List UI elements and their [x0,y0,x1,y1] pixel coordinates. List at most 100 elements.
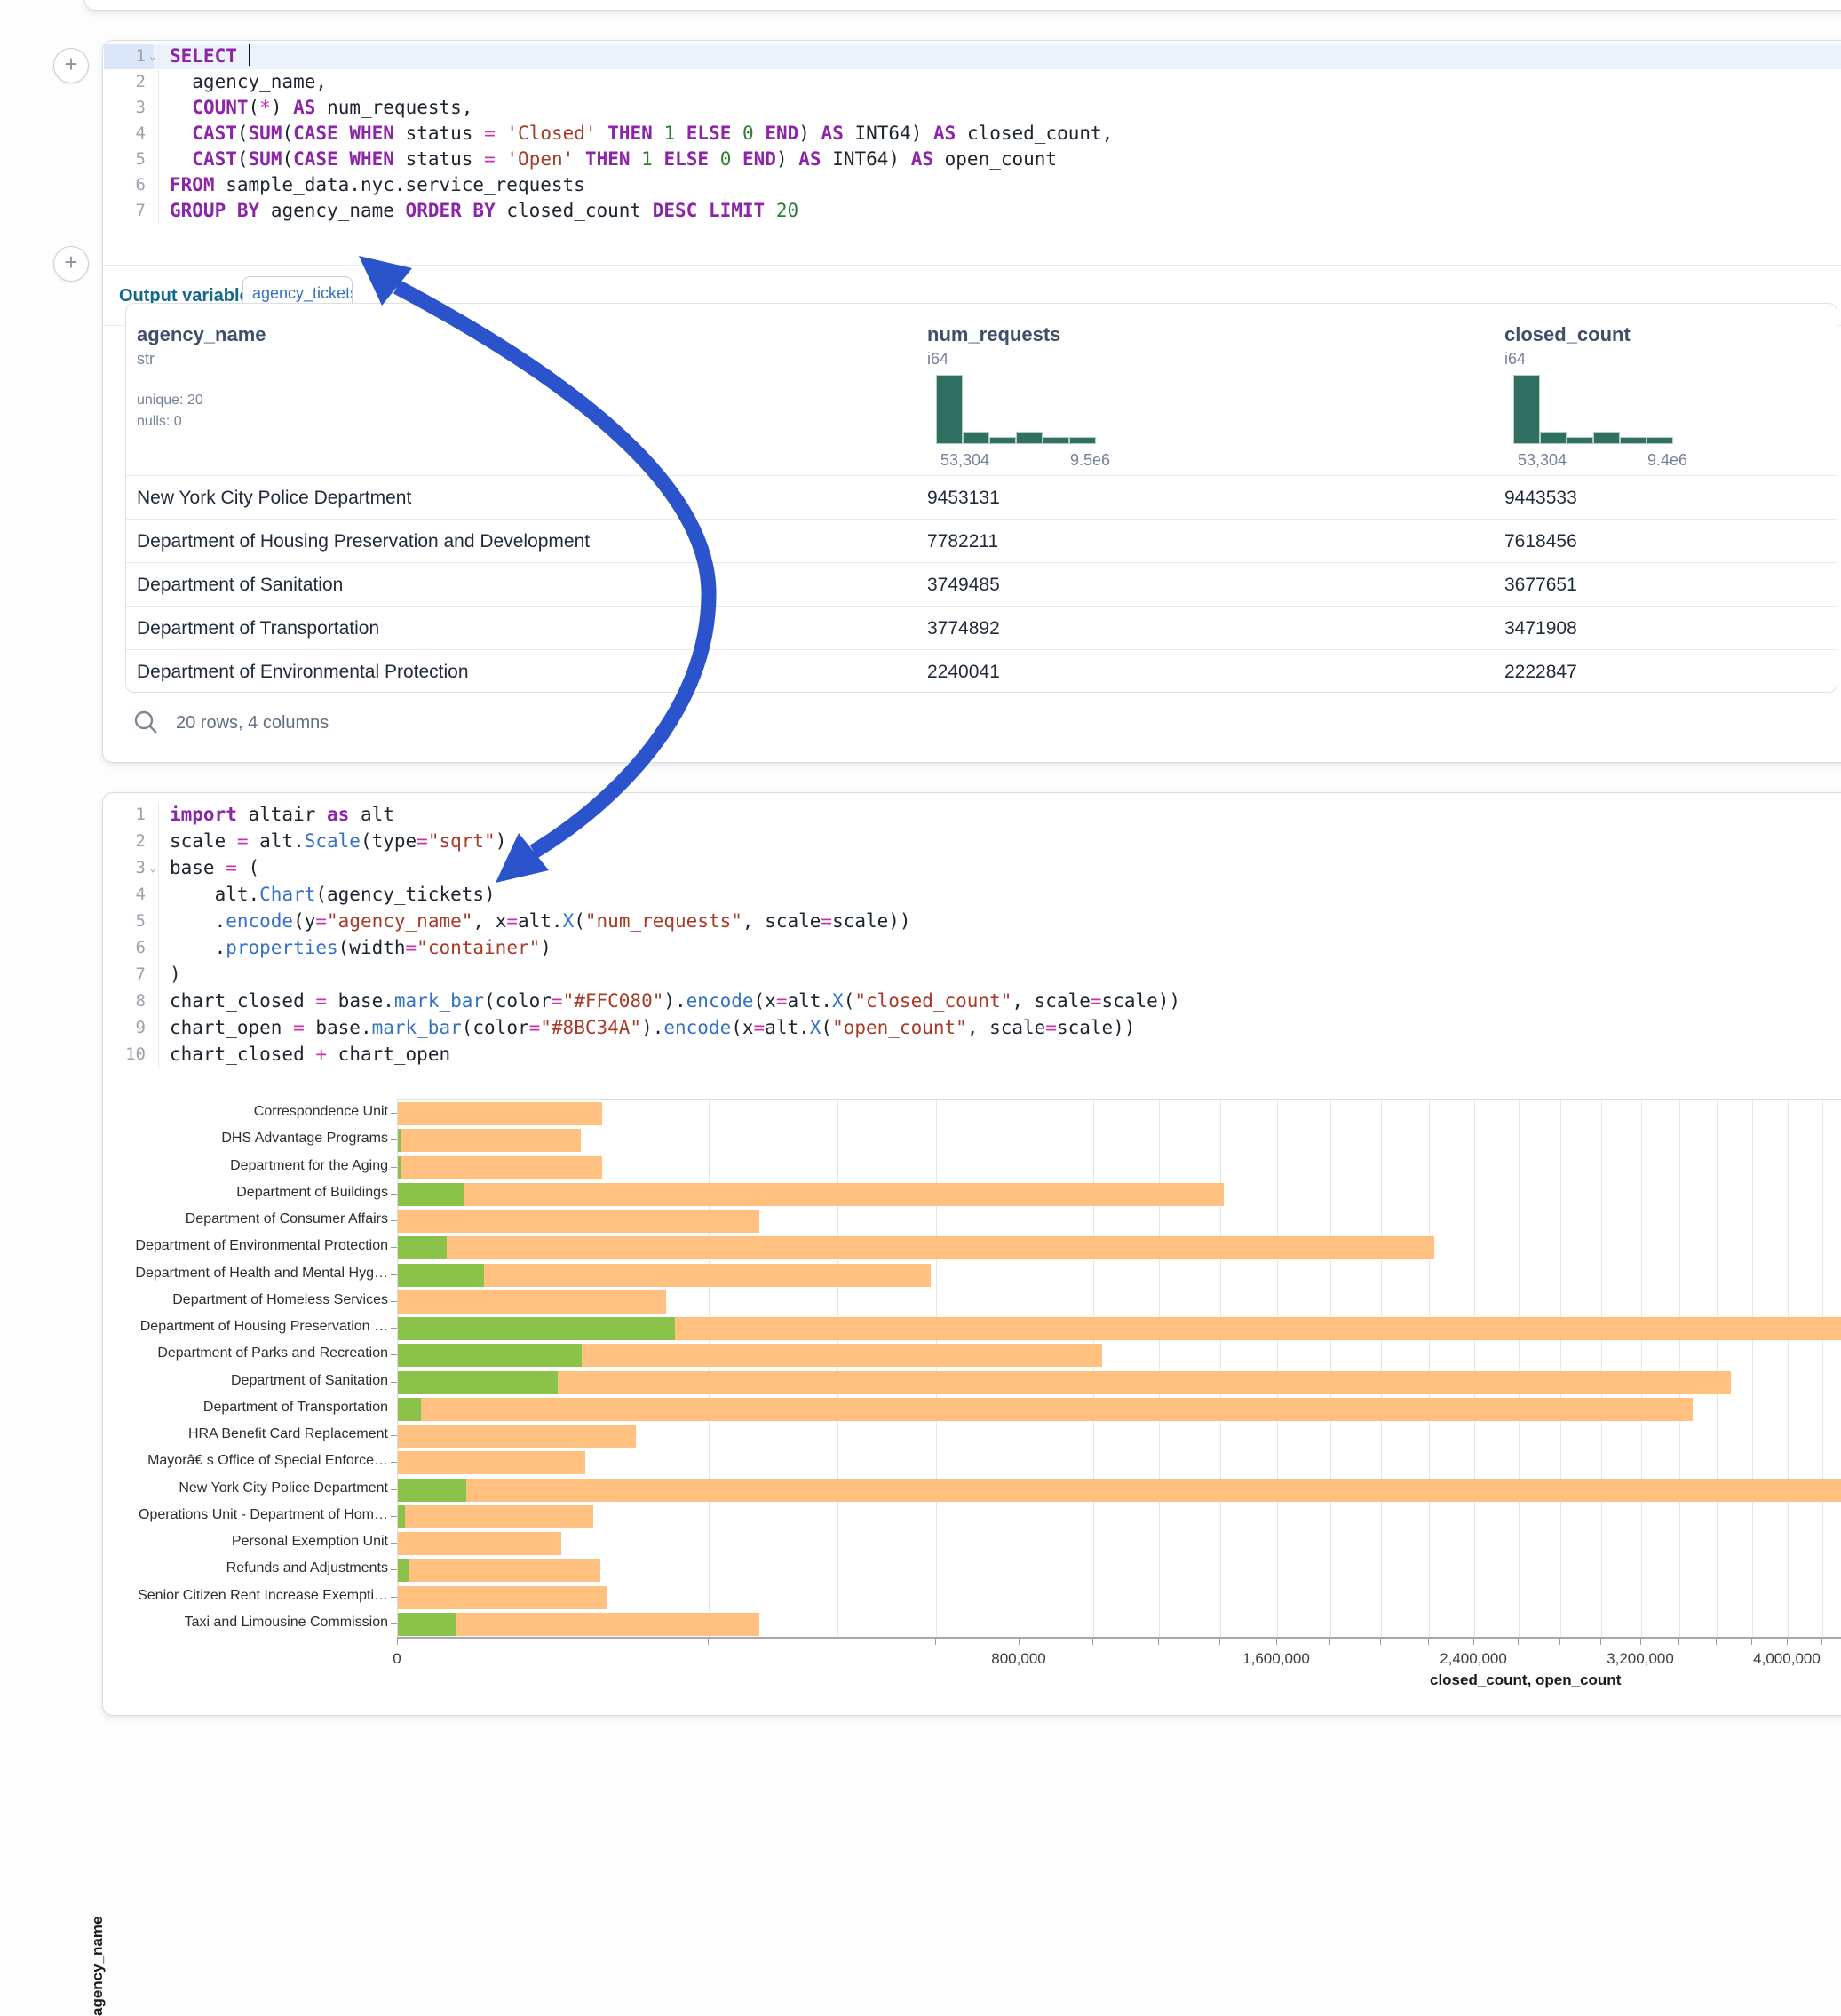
y-tick-label: Department of Transportation [86,1400,388,1416]
code-line[interactable]: 7) [103,962,1841,988]
fold-chevron-icon[interactable]: ⌄ [149,855,156,881]
add-cell-button-output[interactable]: + [53,246,89,282]
cell-num-requests: 2240041 [927,662,1000,683]
y-tick-label: Department of Housing Preservation … [86,1319,388,1335]
bar-group [398,1398,1841,1421]
code-line[interactable]: 5 CAST(SUM(CASE WHEN status = 'Open' THE… [103,147,1841,172]
bar-group [398,1559,1841,1582]
closed-count-bar [398,1183,1224,1206]
python-code-editor[interactable]: 1import altair as alt2scale = alt.Scale(… [103,802,1841,1073]
line-number: 7 [103,962,146,988]
code-line[interactable]: 6 .properties(width="container") [103,935,1841,961]
cell-agency-name: Department of Sanitation [137,575,343,596]
chart-plot-area [397,1099,1841,1638]
fold-chevron-icon[interactable]: ⌄ [149,44,156,69]
cell-agency-name: Department of Housing Preservation and D… [137,531,590,552]
y-tick-label: Taxi and Limousine Commission [86,1615,388,1631]
cell-divider [103,265,1841,266]
cell-closed-count: 2222847 [1504,662,1577,683]
y-tick-label: Department of Sanitation [86,1373,388,1389]
line-number: 5 [103,147,146,172]
y-axis-title: agency_name [89,1917,107,2016]
y-tick-label: New York City Police Department [86,1480,388,1496]
code-line[interactable]: 5 .encode(y="agency_name", x=alt.X("num_… [103,909,1841,934]
bar-group [398,1451,1841,1474]
column-header[interactable]: closed_count [1504,323,1631,346]
code-line[interactable]: 9chart_open = base.mark_bar(color="#8BC3… [103,1015,1841,1041]
line-number: 1 [103,802,146,828]
code-line[interactable]: 2 agency_name, [103,69,1841,95]
code-line[interactable]: 10chart_closed + chart_open [103,1042,1841,1068]
closed-count-bar [398,1451,585,1474]
line-number: 2 [103,69,146,95]
column-stat: nulls: 0 [137,414,182,430]
line-number: 8 [103,988,146,1014]
y-tick-label: Personal Exemption Unit [86,1534,388,1550]
column-header[interactable]: num_requests [927,323,1060,346]
closed-count-bar [398,1102,602,1125]
closed-count-bar [398,1479,1841,1502]
line-number: 2 [103,829,146,854]
altair-chart: agency_name Correspondence UnitDHS Advan… [0,1075,1841,1705]
code-line[interactable]: 1⌄SELECT [103,44,1841,69]
line-number: 10 [103,1042,146,1068]
search-icon[interactable] [132,709,159,735]
column-stat: unique: 20 [137,393,203,409]
code-line[interactable]: 7GROUP BY agency_name ORDER BY closed_co… [103,198,1841,224]
y-tick-label: Department of Environmental Protection [86,1238,388,1254]
bar-group [398,1586,1841,1609]
bar-group [398,1236,1841,1259]
text-cursor [249,44,250,66]
bar-group [398,1102,1841,1125]
table-row: Department of Transportation377489234719… [126,606,1837,650]
column-type: i64 [927,350,948,369]
closed-count-bar [398,1532,561,1555]
cell-closed-count: 7618456 [1504,531,1577,552]
code-line[interactable]: 3⌄base = ( [103,855,1841,881]
bar-group [398,1290,1841,1314]
bar-group [398,1532,1841,1555]
code-line[interactable]: 4 CAST(SUM(CASE WHEN status = 'Closed' T… [103,121,1841,147]
x-tick-label: 800,000 [991,1650,1045,1668]
closed-count-bar [398,1425,636,1448]
code-line[interactable]: 8chart_closed = base.mark_bar(color="#FF… [103,988,1841,1014]
closed-count-bar [398,1398,1693,1421]
open-count-bar [398,1559,409,1582]
cell-closed-count: 3677651 [1504,575,1577,596]
open-count-bar [398,1236,447,1259]
line-number: 3 [103,855,146,881]
open-count-bar [398,1371,558,1394]
cell-num-requests: 3749485 [927,575,1000,596]
add-cell-button-top[interactable]: + [53,48,89,83]
line-number: 5 [103,909,146,934]
histogram-max-label: 9.5e6 [936,451,1110,470]
sql-code-editor[interactable]: 1⌄SELECT 2 agency_name,3 COUNT(*) AS num… [103,44,1841,221]
table-row: Department of Housing Preservation and D… [126,519,1837,563]
column-header[interactable]: agency_name [137,323,266,346]
bar-group [398,1344,1841,1367]
closed-count-bar [398,1505,593,1528]
y-tick-label: Department of Homeless Services [86,1292,388,1308]
line-number: 9 [103,1015,146,1041]
code-line[interactable]: 6FROM sample_data.nyc.service_requests [103,172,1841,198]
cell-closed-count: 9443533 [1504,488,1577,509]
result-table-panel[interactable]: agency_namestrunique: 20nulls: 0num_requ… [125,303,1837,693]
open-count-bar [398,1613,456,1636]
bar-group [398,1156,1841,1179]
bar-group [398,1183,1841,1206]
code-line[interactable]: 4 alt.Chart(agency_tickets) [103,882,1841,908]
open-count-bar [398,1156,401,1179]
code-line[interactable]: 2scale = alt.Scale(type="sqrt") [103,829,1841,854]
code-line[interactable]: 1import altair as alt [103,802,1841,828]
y-tick-label: DHS Advantage Programs [86,1131,388,1147]
line-number: 6 [103,935,146,961]
closed-count-bar [398,1290,666,1314]
y-tick-label: Refunds and Adjustments [86,1560,388,1576]
bar-group [398,1210,1841,1233]
code-line[interactable]: 3 COUNT(*) AS num_requests, [103,95,1841,121]
bar-group [398,1264,1841,1287]
bar-group [398,1505,1841,1528]
x-axis-title: closed_count, open_count [1430,1671,1621,1689]
cell-num-requests: 3774892 [927,618,1000,639]
cell-agency-name: New York City Police Department [137,488,411,509]
